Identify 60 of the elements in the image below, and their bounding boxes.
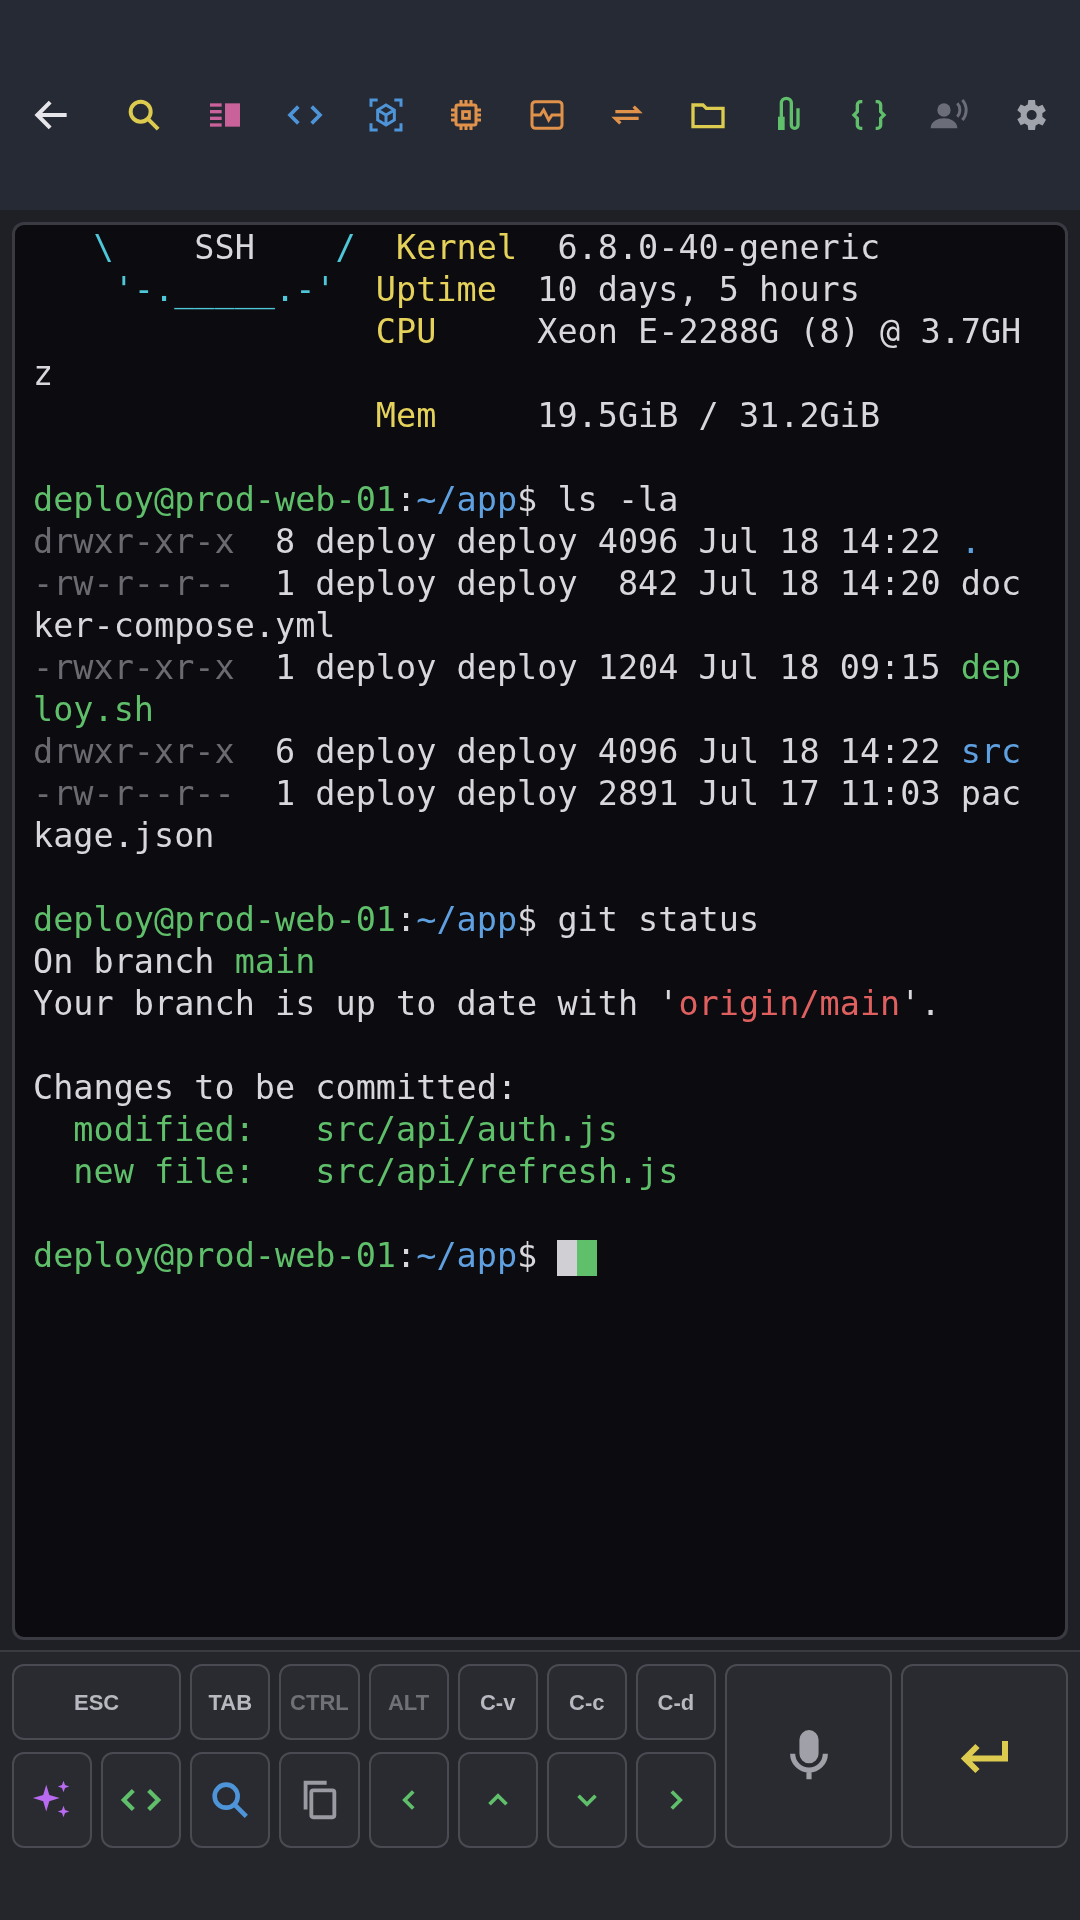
terminal-text: '-._____.-' — [112, 270, 336, 309]
terminal-text: 1 deploy deploy 2891 Jul 17 11:03 pac — [274, 774, 1022, 813]
terminal-text: ~/app — [416, 900, 518, 939]
terminal-text: kage.json — [33, 816, 215, 855]
terminal-text: origin/main — [678, 984, 901, 1023]
terminal-text: drwxr-xr-x — [33, 732, 235, 771]
terminal-text: deploy@prod-web-01 — [33, 480, 397, 519]
key-button[interactable]: C-v — [457, 1664, 538, 1740]
terminal-text: $ git status — [517, 900, 760, 939]
terminal-text: 6 deploy deploy 4096 Jul 18 14:22 — [274, 732, 942, 771]
terminal-text: loy.sh — [33, 690, 154, 729]
terminal-text: Kernel — [395, 228, 518, 267]
terminal-text: dep — [960, 648, 1022, 687]
terminal-text: . — [960, 522, 981, 561]
sparkle-button[interactable] — [12, 1752, 93, 1848]
terminal-text: Mem — [374, 396, 437, 435]
terminal-text: '. — [900, 984, 941, 1023]
search-button[interactable] — [190, 1752, 271, 1848]
terminal-text: 1 deploy deploy 1204 Jul 18 09:15 — [274, 648, 942, 687]
terminal-text: CPU — [374, 312, 437, 351]
terminal-text: -rw-r--r-- — [33, 564, 235, 603]
terminal-text: -rw-r--r-- — [33, 774, 235, 813]
terminal-text: $ — [517, 1236, 538, 1275]
terminal-text: new file: src/api/refresh.js — [72, 1152, 679, 1191]
terminal-text: ~/app — [416, 1236, 518, 1275]
copy-button[interactable] — [279, 1752, 360, 1848]
key-button[interactable]: TAB — [190, 1664, 271, 1740]
terminal-text: Changes to be committed: — [33, 1068, 518, 1107]
terminal-text: -rwxr-xr-x — [33, 648, 235, 687]
terminal-text: main — [234, 942, 316, 981]
terminal-text: modified: src/api/auth.js — [72, 1110, 618, 1149]
terminal-text: $ ls -la — [517, 480, 679, 519]
terminal-text: \ — [92, 228, 114, 267]
terminal-text: 10 days, 5 hours — [536, 270, 860, 309]
terminal-text: / — [334, 228, 356, 267]
terminal-text: 6.8.0-40-generic — [556, 228, 881, 267]
terminal-text: 8 deploy deploy 4096 Jul 18 14:22 — [274, 522, 942, 561]
key-button[interactable]: C-c — [546, 1664, 627, 1740]
terminal-text: ~/app — [416, 480, 518, 519]
terminal-text: On branch — [33, 942, 216, 981]
terminal-text: : — [396, 1236, 417, 1275]
microphone-button[interactable] — [725, 1664, 892, 1848]
terminal-text: 1 deploy deploy 842 Jul 18 14:20 doc — [274, 564, 1022, 603]
terminal-text: z — [33, 354, 54, 393]
terminal-text: deploy@prod-web-01 — [33, 900, 397, 939]
terminal-text: : — [396, 480, 417, 519]
cursor-block — [557, 1239, 598, 1276]
terminal-text: : — [396, 900, 417, 939]
terminal-text: src — [960, 732, 1022, 771]
terminal-text: ker-compose.yml — [33, 606, 336, 645]
terminal-text: Your branch is up to date with ' — [33, 984, 679, 1023]
key-button[interactable]: ESC — [12, 1664, 182, 1740]
terminal-text: SSH — [193, 228, 255, 267]
key-button[interactable]: C-d — [635, 1664, 716, 1740]
terminal-text: 19.5GiB / 31.2GiB — [536, 396, 881, 435]
terminal-text: Xeon E-2288G (8) @ 3.7GH — [536, 312, 1022, 351]
code-button[interactable] — [101, 1752, 182, 1848]
terminal-text: deploy@prod-web-01 — [33, 1236, 397, 1275]
terminal-text: drwxr-xr-x — [33, 522, 235, 561]
terminal-text: Uptime — [374, 270, 497, 309]
